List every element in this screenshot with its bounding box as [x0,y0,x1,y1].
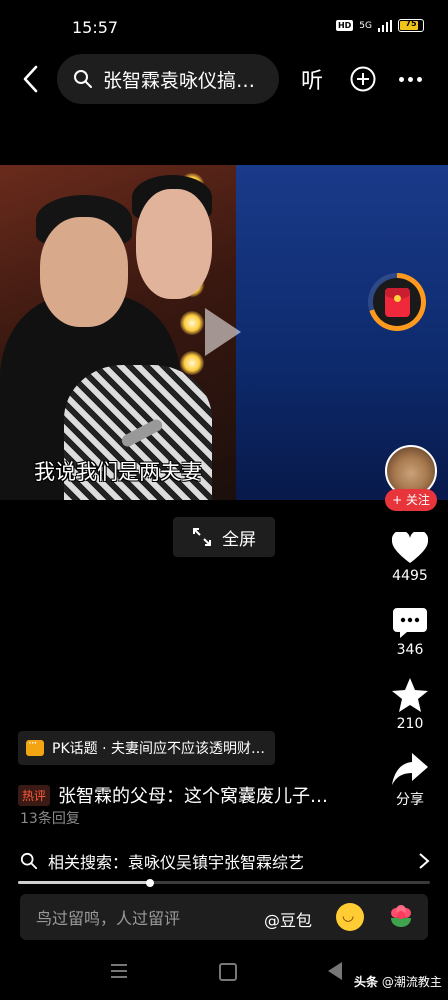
heart-icon [392,532,428,563]
share-button[interactable]: 分享 [382,753,438,809]
follow-button[interactable]: + 关注 [385,489,437,511]
more-options-icon[interactable] [399,77,422,82]
watermark-account: @潮流教主 [381,975,442,989]
comment-bar: @豆包 ◡ [20,894,428,942]
nav-home-icon[interactable] [219,963,237,981]
pk-topic-text: PK话题 · 夫妻间应不应该透明财… [52,741,265,757]
reply-count[interactable]: 13条回复 [20,808,80,828]
play-icon[interactable] [205,308,241,356]
nav-back-icon[interactable] [328,962,342,980]
like-button[interactable]: 4495 [382,532,438,584]
hot-comment[interactable]: 热评 张智霖的父母：这个窝囊废儿子… [18,782,328,808]
status-time: 15:57 [72,18,119,37]
red-packet-icon[interactable] [368,273,426,331]
hd-icon: HD [335,20,354,31]
search-bar[interactable]: 张智霖袁咏仪搞… [57,54,279,104]
progress-fill [18,881,150,884]
fullscreen-icon [193,528,211,546]
progress-knob[interactable] [145,878,154,887]
fullscreen-button[interactable]: 全屏 [173,517,275,557]
comment-icon [393,608,427,638]
share-arrow-icon [392,753,428,785]
share-label: 分享 [396,792,424,808]
status-icons: HD 5G 75 [335,19,424,32]
signal-icon [378,19,392,32]
video-progress-bar[interactable] [18,878,430,887]
hot-comment-badge: 热评 [18,784,51,806]
chevron-right-icon [419,853,430,869]
related-search[interactable]: 相关搜索：袁咏仪吴镇宇张智霖综艺 [20,848,430,874]
comment-button[interactable]: 346 [382,608,438,658]
like-count: 4495 [392,568,428,584]
hot-comment-text: 张智霖的父母：这个窝囊废儿子… [58,786,329,807]
listen-button[interactable]: 听 [301,63,323,95]
related-search-text: 相关搜索：袁咏仪吴镇宇张智霖综艺 [48,853,305,872]
mention-button[interactable]: @豆包 [264,907,312,931]
search-query: 张智霖袁咏仪搞… [103,69,256,92]
favorite-button[interactable]: 210 [382,678,438,732]
video-player[interactable]: 我说我们是两夫妻 [0,165,448,500]
watermark-platform: 头条 [354,975,379,989]
pk-topic-icon [26,736,44,756]
nav-menu-icon[interactable] [111,964,127,978]
video-subtitle: 我说我们是两夫妻 [34,460,202,484]
search-icon [74,70,92,88]
network-label: 5G [359,20,372,31]
comment-input[interactable] [34,894,268,942]
back-arrow-icon[interactable] [18,64,48,94]
pk-topic[interactable]: PK话题 · 夫妻间应不应该透明财… [18,731,275,765]
fullscreen-label: 全屏 [222,529,256,550]
laughing-emoji-icon[interactable]: ◡ [336,903,364,931]
comment-count: 346 [396,642,424,658]
add-icon[interactable] [350,66,376,92]
favorite-count: 210 [396,716,424,732]
watermark: 头条 @潮流教主 [354,973,442,990]
battery-icon: 75 [398,19,424,32]
search-icon [20,852,38,870]
battery-level: 75 [405,19,417,28]
star-icon [392,678,428,712]
flower-emoji-icon[interactable] [388,904,414,928]
